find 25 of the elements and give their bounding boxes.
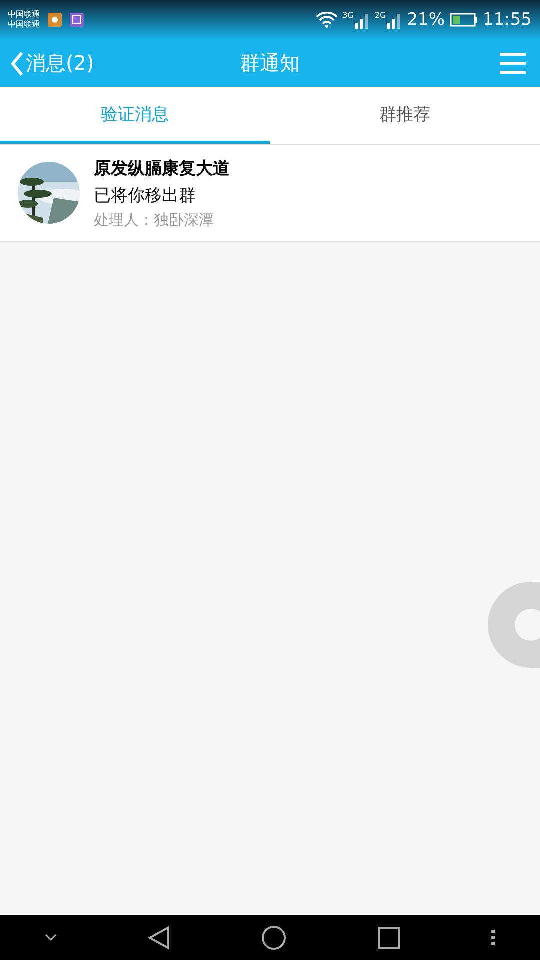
collapse-icon[interactable]	[45, 934, 58, 942]
tab[interactable]: 群推荐	[270, 87, 540, 144]
battery-icon	[450, 13, 478, 27]
signal-icon	[354, 11, 370, 29]
carrier-name: 中国联通	[8, 10, 40, 20]
battery-percent: 21%	[407, 10, 445, 30]
wifi-icon	[316, 12, 338, 28]
app-icon	[70, 13, 84, 27]
network-type: 2G	[374, 11, 386, 20]
signal-icon	[386, 11, 402, 29]
menu-icon	[500, 52, 526, 74]
more-icon[interactable]	[490, 930, 495, 946]
clock-time: 11:55	[483, 10, 532, 30]
recents-icon[interactable]	[378, 926, 400, 948]
app-icon	[48, 13, 62, 27]
notice-message: 已将你移出群	[94, 184, 197, 206]
handler-text: 处理人：独卧深潭	[94, 210, 215, 230]
page-title: 群通知	[239, 50, 301, 77]
group-name: 原发纵膈康复大道	[94, 158, 230, 180]
home-icon[interactable]	[260, 924, 287, 950]
network-type: 3G	[342, 11, 354, 20]
back-icon[interactable]	[148, 926, 170, 950]
notice-row[interactable]: 原发纵膈康复大道 已将你移出群 处理人：独卧深潭	[0, 145, 540, 242]
chevron-left-icon	[10, 50, 24, 76]
carrier-name: 中国联通	[8, 20, 40, 30]
